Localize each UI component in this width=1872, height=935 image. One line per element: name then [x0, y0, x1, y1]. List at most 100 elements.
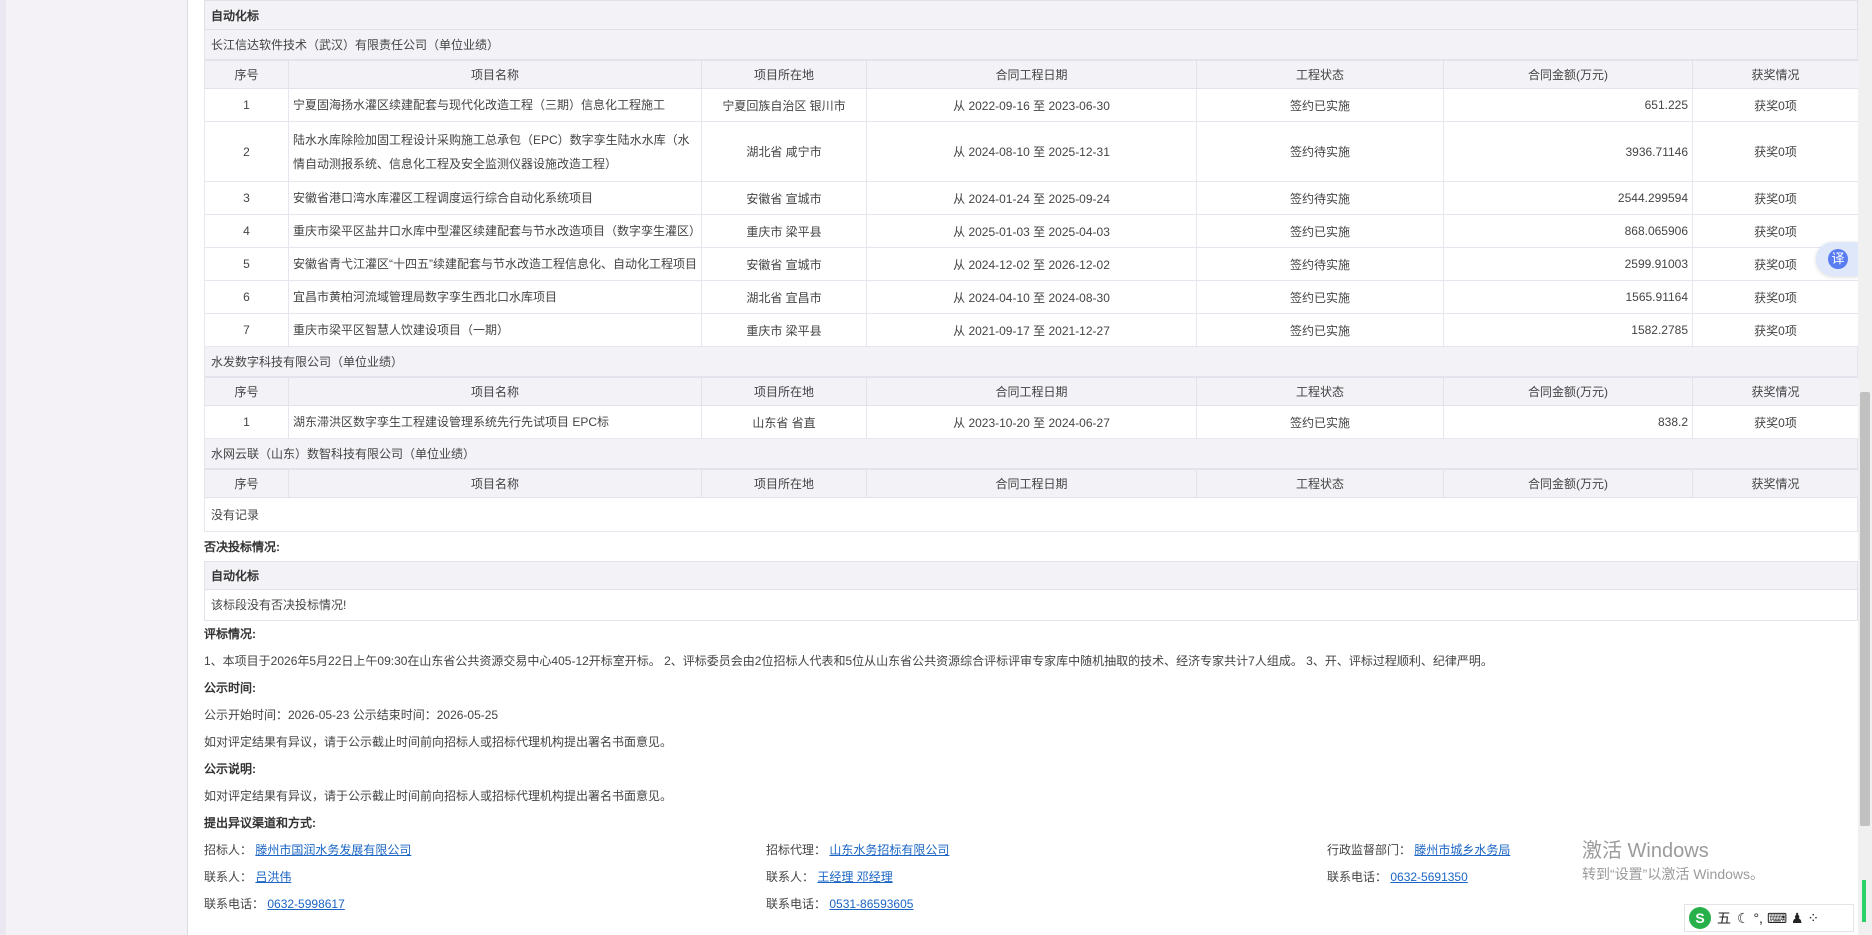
cell-award: 获奖0项: [1692, 88, 1859, 122]
cell-no: 4: [204, 214, 289, 248]
table-row: 1 宁夏固海扬水灌区续建配套与现代化改造工程（三期）信息化工程施工 宁夏回族自治区 …: [204, 88, 1859, 122]
evaluation-text: 1、本项目于2026年5月22日上午09:30在山东省公共资源交易中心405-1…: [204, 654, 1493, 668]
cell-loc: 重庆市 梁平县: [701, 313, 867, 347]
column-header: 获奖情况: [1692, 377, 1859, 406]
phone3-link[interactable]: 0632-5691350: [1390, 870, 1467, 884]
column-header: 获奖情况: [1692, 60, 1859, 89]
cell-date: 从 2023-10-20 至 2024-06-27: [866, 405, 1197, 439]
cell-name: 重庆市梁平区智慧人饮建设项目（一期）: [288, 313, 702, 347]
cell-loc: 湖北省 咸宁市: [701, 121, 867, 182]
regulator-link[interactable]: 滕州市城乡水务局: [1414, 843, 1510, 857]
cell-status: 签约已实施: [1196, 88, 1444, 122]
cell-award: 获奖0项: [1692, 405, 1859, 439]
phone2-label: 联系电话：: [766, 897, 827, 911]
left-gutter: [0, 0, 188, 935]
watermark-line1: 激活 Windows: [1582, 840, 1709, 862]
agent-row: 招标代理： 山东水务招标有限公司: [766, 837, 949, 864]
cell-name: 重庆市梁平区盐井口水库中型灌区续建配套与节水改造项目（数字孪生灌区）: [288, 214, 702, 248]
contact1-row: 联系人： 吕洪伟: [204, 864, 291, 891]
performance-table: 序号 项目名称 项目所在地 合同工程日期 工程状态 合同金额(万元) 获奖情况 1 湖东滞洪区数…: [204, 377, 1859, 439]
phone1-row: 联系电话： 0632-5998617: [204, 891, 345, 918]
phone1-link[interactable]: 0632-5998617: [267, 897, 344, 911]
cell-status: 签约待实施: [1196, 181, 1444, 215]
ime-toolbar[interactable]: S 五 ☾ °, ⌨ ♟ ⁘: [1684, 904, 1854, 932]
companies-container: 长江信达软件技术（武汉）有限责任公司（单位业绩） 序号 项目名称 项目所在地 合同工程日…: [204, 30, 1859, 532]
performance-table: 序号 项目名称 项目所在地 合同工程日期 工程状态 合同金额(万元) 获奖情况: [204, 469, 1859, 498]
cell-status: 签约已实施: [1196, 405, 1444, 439]
cell-no: 3: [204, 181, 289, 215]
cell-amount: 3936.71146: [1443, 121, 1693, 182]
column-header: 合同金额(万元): [1443, 60, 1693, 89]
gutter-edge: [0, 0, 6, 935]
table-header-row: 序号 项目名称 项目所在地 合同工程日期 工程状态 合同金额(万元) 获奖情况: [204, 469, 1859, 498]
column-header: 合同金额(万元): [1443, 377, 1693, 406]
table-row: 1 湖东滞洪区数字孪生工程建设管理系统先行先试项目 EPC标 山东省 省直从 202…: [204, 405, 1859, 439]
column-header: 工程状态: [1196, 60, 1444, 89]
scrollbar-track[interactable]: [1858, 0, 1872, 935]
regulator-row: 行政监督部门： 滕州市城乡水务局: [1327, 837, 1510, 864]
cell-date: 从 2024-08-10 至 2025-12-31: [866, 121, 1197, 182]
agent-label: 招标代理：: [766, 843, 827, 857]
cell-status: 签约已实施: [1196, 214, 1444, 248]
scrollbar-thumb[interactable]: [1860, 392, 1870, 826]
cell-name: 宁夏固海扬水灌区续建配套与现代化改造工程（三期）信息化工程施工: [288, 88, 702, 122]
cell-amount: 651.225: [1443, 88, 1693, 122]
agent-link[interactable]: 山东水务招标有限公司: [829, 843, 949, 857]
table-header-row: 序号 项目名称 项目所在地 合同工程日期 工程状态 合同金额(万元) 获奖情况: [204, 60, 1859, 89]
contact1-label: 联系人：: [204, 870, 253, 884]
performance-table: 序号 项目名称 项目所在地 合同工程日期 工程状态 合同金额(万元) 获奖情况 1 宁夏固海扬水…: [204, 60, 1859, 347]
tenderer-link[interactable]: 滕州市国润水务发展有限公司: [255, 843, 411, 857]
publicity-note-text: 如对评定结果有异议，请于公示截止时间前向招标人或招标代理机构提出署名书面意见。: [204, 789, 673, 803]
column-header: 合同金额(万元): [1443, 469, 1693, 498]
cell-date: 从 2024-12-02 至 2026-12-02: [866, 247, 1197, 281]
table-row: 2 陆水水库除险加固工程设计采购施工总承包（EPC）数字孪生陆水水库（水情自动测报…: [204, 121, 1859, 182]
tenderer-label: 招标人：: [204, 843, 253, 857]
table-row: 3 安徽省港口湾水库灌区工程调度运行综合自动化系统项目 安徽省 宣城市从 2024-…: [204, 181, 1859, 215]
cell-no: 6: [204, 280, 289, 314]
cell-loc: 湖北省 宜昌市: [701, 280, 867, 314]
cell-award: 获奖0项: [1692, 121, 1859, 182]
table-row: 7 重庆市梁平区智慧人饮建设项目（一期） 重庆市 梁平县从 2021-09-17 至…: [204, 313, 1859, 347]
contact1-link[interactable]: 吕洪伟: [255, 870, 291, 884]
table-row: 4 重庆市梁平区盐井口水库中型灌区续建配套与节水改造项目（数字孪生灌区） 重庆市 梁…: [204, 214, 1859, 248]
cell-status: 签约已实施: [1196, 280, 1444, 314]
phone2-link[interactable]: 0531-86593605: [829, 897, 913, 911]
cell-name: 安徽省青弋江灌区“十四五”续建配套与节水改造工程信息化、自动化工程项目: [288, 247, 702, 281]
column-header: 获奖情况: [1692, 469, 1859, 498]
ime-symbols[interactable]: ☾ °, ⌨ ♟ ⁘: [1737, 910, 1819, 927]
cell-loc: 安徽省 宣城市: [701, 247, 867, 281]
column-header: 工程状态: [1196, 469, 1444, 498]
column-header: 项目所在地: [701, 469, 867, 498]
cell-date: 从 2024-04-10 至 2024-08-30: [866, 280, 1197, 314]
cell-name: 湖东滞洪区数字孪生工程建设管理系统先行先试项目 EPC标: [288, 405, 702, 439]
publicity-time-text: 公示开始时间：2026-05-23 公示结束时间：2026-05-25: [204, 708, 499, 722]
column-header: 项目名称: [288, 377, 702, 406]
cell-status: 签约待实施: [1196, 121, 1444, 182]
cell-no: 1: [204, 88, 289, 122]
green-edge-indicator: [1862, 880, 1866, 922]
cell-award: 获奖0项: [1692, 313, 1859, 347]
phone3-label: 联系电话：: [1327, 870, 1388, 884]
cell-loc: 安徽省 宣城市: [701, 181, 867, 215]
cell-no: 1: [204, 405, 289, 439]
sogou-logo-icon[interactable]: S: [1689, 907, 1711, 929]
publicity-note-label: 公示说明:: [204, 762, 256, 776]
column-header: 项目所在地: [701, 377, 867, 406]
objection-label: 提出异议渠道和方式:: [204, 816, 316, 830]
table-row: 5 安徽省青弋江灌区“十四五”续建配套与节水改造工程信息化、自动化工程项目 安徽省 …: [204, 247, 1859, 281]
contact2-label: 联系人：: [766, 870, 815, 884]
veto-label: 否决投标情况:: [204, 540, 280, 554]
section-title: 自动化标: [204, 0, 1858, 30]
translate-button[interactable]: 译: [1816, 242, 1858, 276]
cell-status: 签约已实施: [1196, 313, 1444, 347]
company-header: 水网云联（山东）数智科技有限公司（单位业绩）: [204, 439, 1858, 469]
cell-no: 7: [204, 313, 289, 347]
cell-name: 陆水水库除险加固工程设计采购施工总承包（EPC）数字孪生陆水水库（水情自动测报系…: [288, 121, 702, 182]
cell-amount: 2544.299594: [1443, 181, 1693, 215]
cell-status: 签约待实施: [1196, 247, 1444, 281]
ime-mode[interactable]: 五: [1717, 908, 1731, 928]
table-row: 6 宜昌市黄柏河流域管理局数字孪生西北口水库项目 湖北省 宜昌市从 2024-04-…: [204, 280, 1859, 314]
column-header: 合同工程日期: [866, 469, 1197, 498]
contact2-link[interactable]: 王经理 邓经理: [817, 870, 892, 884]
cell-award: 获奖0项: [1692, 181, 1859, 215]
